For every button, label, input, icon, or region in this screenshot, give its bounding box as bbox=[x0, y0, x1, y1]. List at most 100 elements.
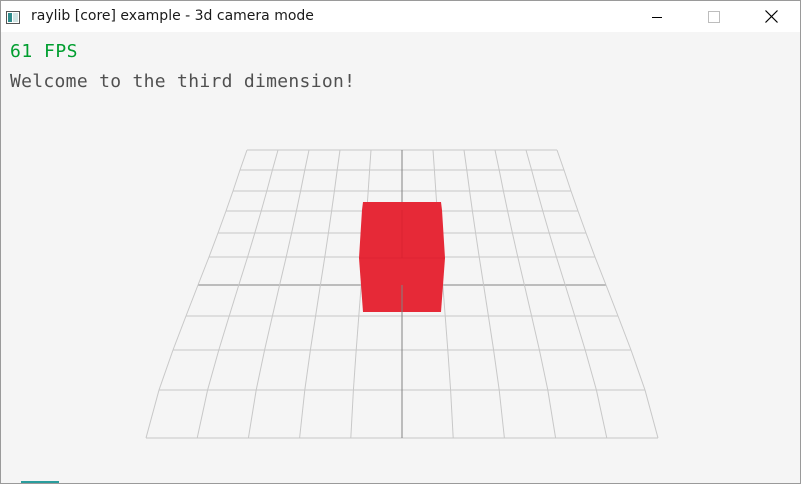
grid-line bbox=[299, 389, 306, 439]
grid-line bbox=[605, 284, 619, 317]
cube-left-face bbox=[359, 210, 402, 312]
grid-line bbox=[471, 210, 477, 234]
grid-line bbox=[523, 284, 533, 317]
grid-line bbox=[355, 315, 360, 351]
grid-line bbox=[319, 256, 326, 286]
minimize-icon bbox=[651, 16, 662, 18]
title-bar[interactable]: raylib [core] example - 3d camera mode bbox=[1, 1, 800, 32]
grid-line bbox=[196, 389, 209, 439]
grid-line bbox=[502, 190, 509, 212]
grid-line bbox=[564, 284, 576, 317]
grid-line bbox=[315, 284, 321, 317]
grid-line bbox=[563, 169, 572, 192]
grid-line bbox=[595, 389, 608, 439]
cube-top-face bbox=[362, 202, 442, 210]
grid-line bbox=[264, 315, 273, 351]
grid-line bbox=[450, 389, 454, 439]
grid-line bbox=[197, 256, 210, 286]
grid-line bbox=[304, 149, 310, 171]
grid-line bbox=[367, 169, 371, 192]
grid-line bbox=[324, 232, 329, 258]
grid-line bbox=[145, 389, 160, 439]
grid-line bbox=[525, 149, 533, 171]
grid-line bbox=[536, 190, 544, 212]
taskbar-accent bbox=[21, 481, 59, 483]
grid-line bbox=[463, 149, 468, 171]
grid-line bbox=[493, 349, 500, 391]
grid-line bbox=[350, 389, 354, 439]
grid-line bbox=[333, 169, 338, 192]
grid-line bbox=[466, 169, 471, 192]
welcome-message: Welcome to the third dimension! bbox=[10, 71, 356, 92]
grid-line bbox=[487, 315, 495, 351]
3d-scene bbox=[145, 149, 659, 439]
grid-line bbox=[271, 284, 281, 317]
grid-line bbox=[433, 169, 437, 192]
grid-line bbox=[548, 232, 557, 258]
grid-line bbox=[538, 349, 549, 391]
close-icon bbox=[765, 10, 778, 23]
grid-line bbox=[507, 210, 513, 234]
grid-line bbox=[574, 315, 586, 351]
grid-line bbox=[271, 149, 279, 171]
grid-line bbox=[217, 210, 227, 234]
app-icon bbox=[6, 9, 20, 24]
fps-counter: 61 FPS bbox=[10, 41, 79, 62]
grid-line bbox=[577, 210, 587, 234]
grid-line bbox=[483, 284, 489, 317]
grid-line bbox=[295, 190, 302, 212]
grid-line bbox=[304, 349, 311, 391]
minimize-button[interactable] bbox=[628, 1, 685, 32]
grid-line bbox=[266, 169, 273, 192]
grid-line bbox=[207, 349, 220, 391]
grid-line bbox=[352, 349, 357, 391]
grid-line bbox=[517, 256, 525, 286]
grid-line bbox=[331, 190, 335, 212]
grid-line bbox=[208, 232, 219, 258]
grid-line bbox=[469, 190, 473, 212]
grid-line bbox=[172, 315, 187, 351]
grid-line bbox=[498, 389, 505, 439]
grid-line bbox=[255, 349, 266, 391]
grid-line bbox=[369, 149, 372, 171]
grid-line bbox=[570, 190, 579, 212]
grid-line bbox=[336, 149, 341, 171]
grid-line bbox=[238, 256, 249, 286]
grid-line bbox=[498, 169, 504, 192]
grid-line bbox=[542, 210, 550, 234]
grid-line bbox=[478, 256, 485, 286]
grid-line bbox=[556, 149, 565, 171]
grid-line bbox=[185, 284, 199, 317]
grid-line bbox=[630, 349, 646, 391]
maximize-icon bbox=[707, 10, 720, 23]
grid-line bbox=[494, 149, 500, 171]
grid-line bbox=[644, 389, 659, 439]
grid-line bbox=[444, 315, 449, 351]
grid-line bbox=[225, 190, 234, 212]
grid-line bbox=[247, 232, 256, 258]
grid-line bbox=[432, 149, 435, 171]
grid-line bbox=[327, 210, 333, 234]
close-button[interactable] bbox=[743, 1, 800, 32]
grid-line bbox=[285, 232, 293, 258]
grid-line bbox=[218, 315, 230, 351]
grid-line bbox=[555, 256, 566, 286]
grid-line bbox=[228, 284, 240, 317]
grid-line bbox=[247, 389, 257, 439]
grid-line bbox=[547, 389, 557, 439]
grid-line bbox=[475, 232, 480, 258]
grid-line bbox=[594, 256, 607, 286]
grid-line bbox=[584, 349, 597, 391]
grid-line bbox=[300, 169, 306, 192]
grid-line bbox=[585, 232, 596, 258]
grid-line bbox=[291, 210, 297, 234]
grid-line bbox=[279, 256, 287, 286]
grid-line bbox=[254, 210, 262, 234]
grid-line bbox=[260, 190, 268, 212]
grid-line bbox=[232, 169, 241, 192]
grid-line bbox=[358, 284, 362, 317]
render-canvas[interactable]: 61 FPS Welcome to the third dimension! bbox=[1, 32, 800, 483]
maximize-button[interactable] bbox=[685, 1, 742, 32]
app-window: raylib [core] example - 3d camera mode 6… bbox=[0, 0, 801, 484]
window-title: raylib [core] example - 3d camera mode bbox=[31, 8, 314, 24]
